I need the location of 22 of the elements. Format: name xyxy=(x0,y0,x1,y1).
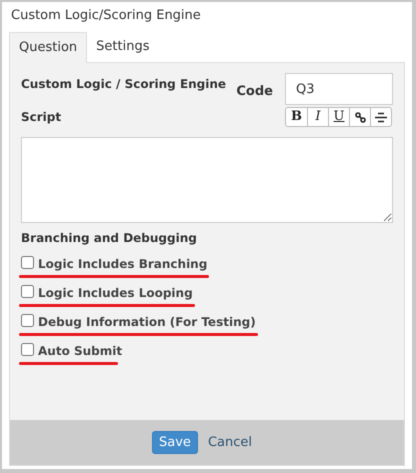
option-label: Debug Information (For Testing) xyxy=(38,314,256,331)
option-label: Auto Submit xyxy=(38,343,122,360)
underline-button[interactable]: U xyxy=(328,108,349,126)
code-field[interactable]: Q3 xyxy=(285,73,393,105)
option-label: Logic Includes Looping xyxy=(38,285,193,302)
cancel-link[interactable]: Cancel xyxy=(208,432,252,452)
checkbox[interactable] xyxy=(21,342,34,356)
option-label: Logic Includes Branching xyxy=(38,256,208,273)
checkbox[interactable] xyxy=(21,284,34,298)
checkbox[interactable] xyxy=(21,314,34,326)
field-label: Code xyxy=(236,83,273,102)
section-heading: Custom Logic / Scoring Engine xyxy=(21,76,226,93)
window-title: Custom Logic/Scoring Engine xyxy=(10,7,202,26)
section-heading: Branching and Debugging xyxy=(21,230,198,247)
align-center-icon xyxy=(375,112,387,122)
chain-icon xyxy=(354,112,366,122)
field-label: Script xyxy=(21,109,62,126)
tab[interactable]: Question xyxy=(9,32,88,63)
italic-button[interactable]: I xyxy=(307,108,328,126)
checkbox[interactable] xyxy=(21,256,34,268)
bold-button[interactable]: B xyxy=(286,108,307,126)
save-button[interactable]: Save xyxy=(152,431,198,454)
